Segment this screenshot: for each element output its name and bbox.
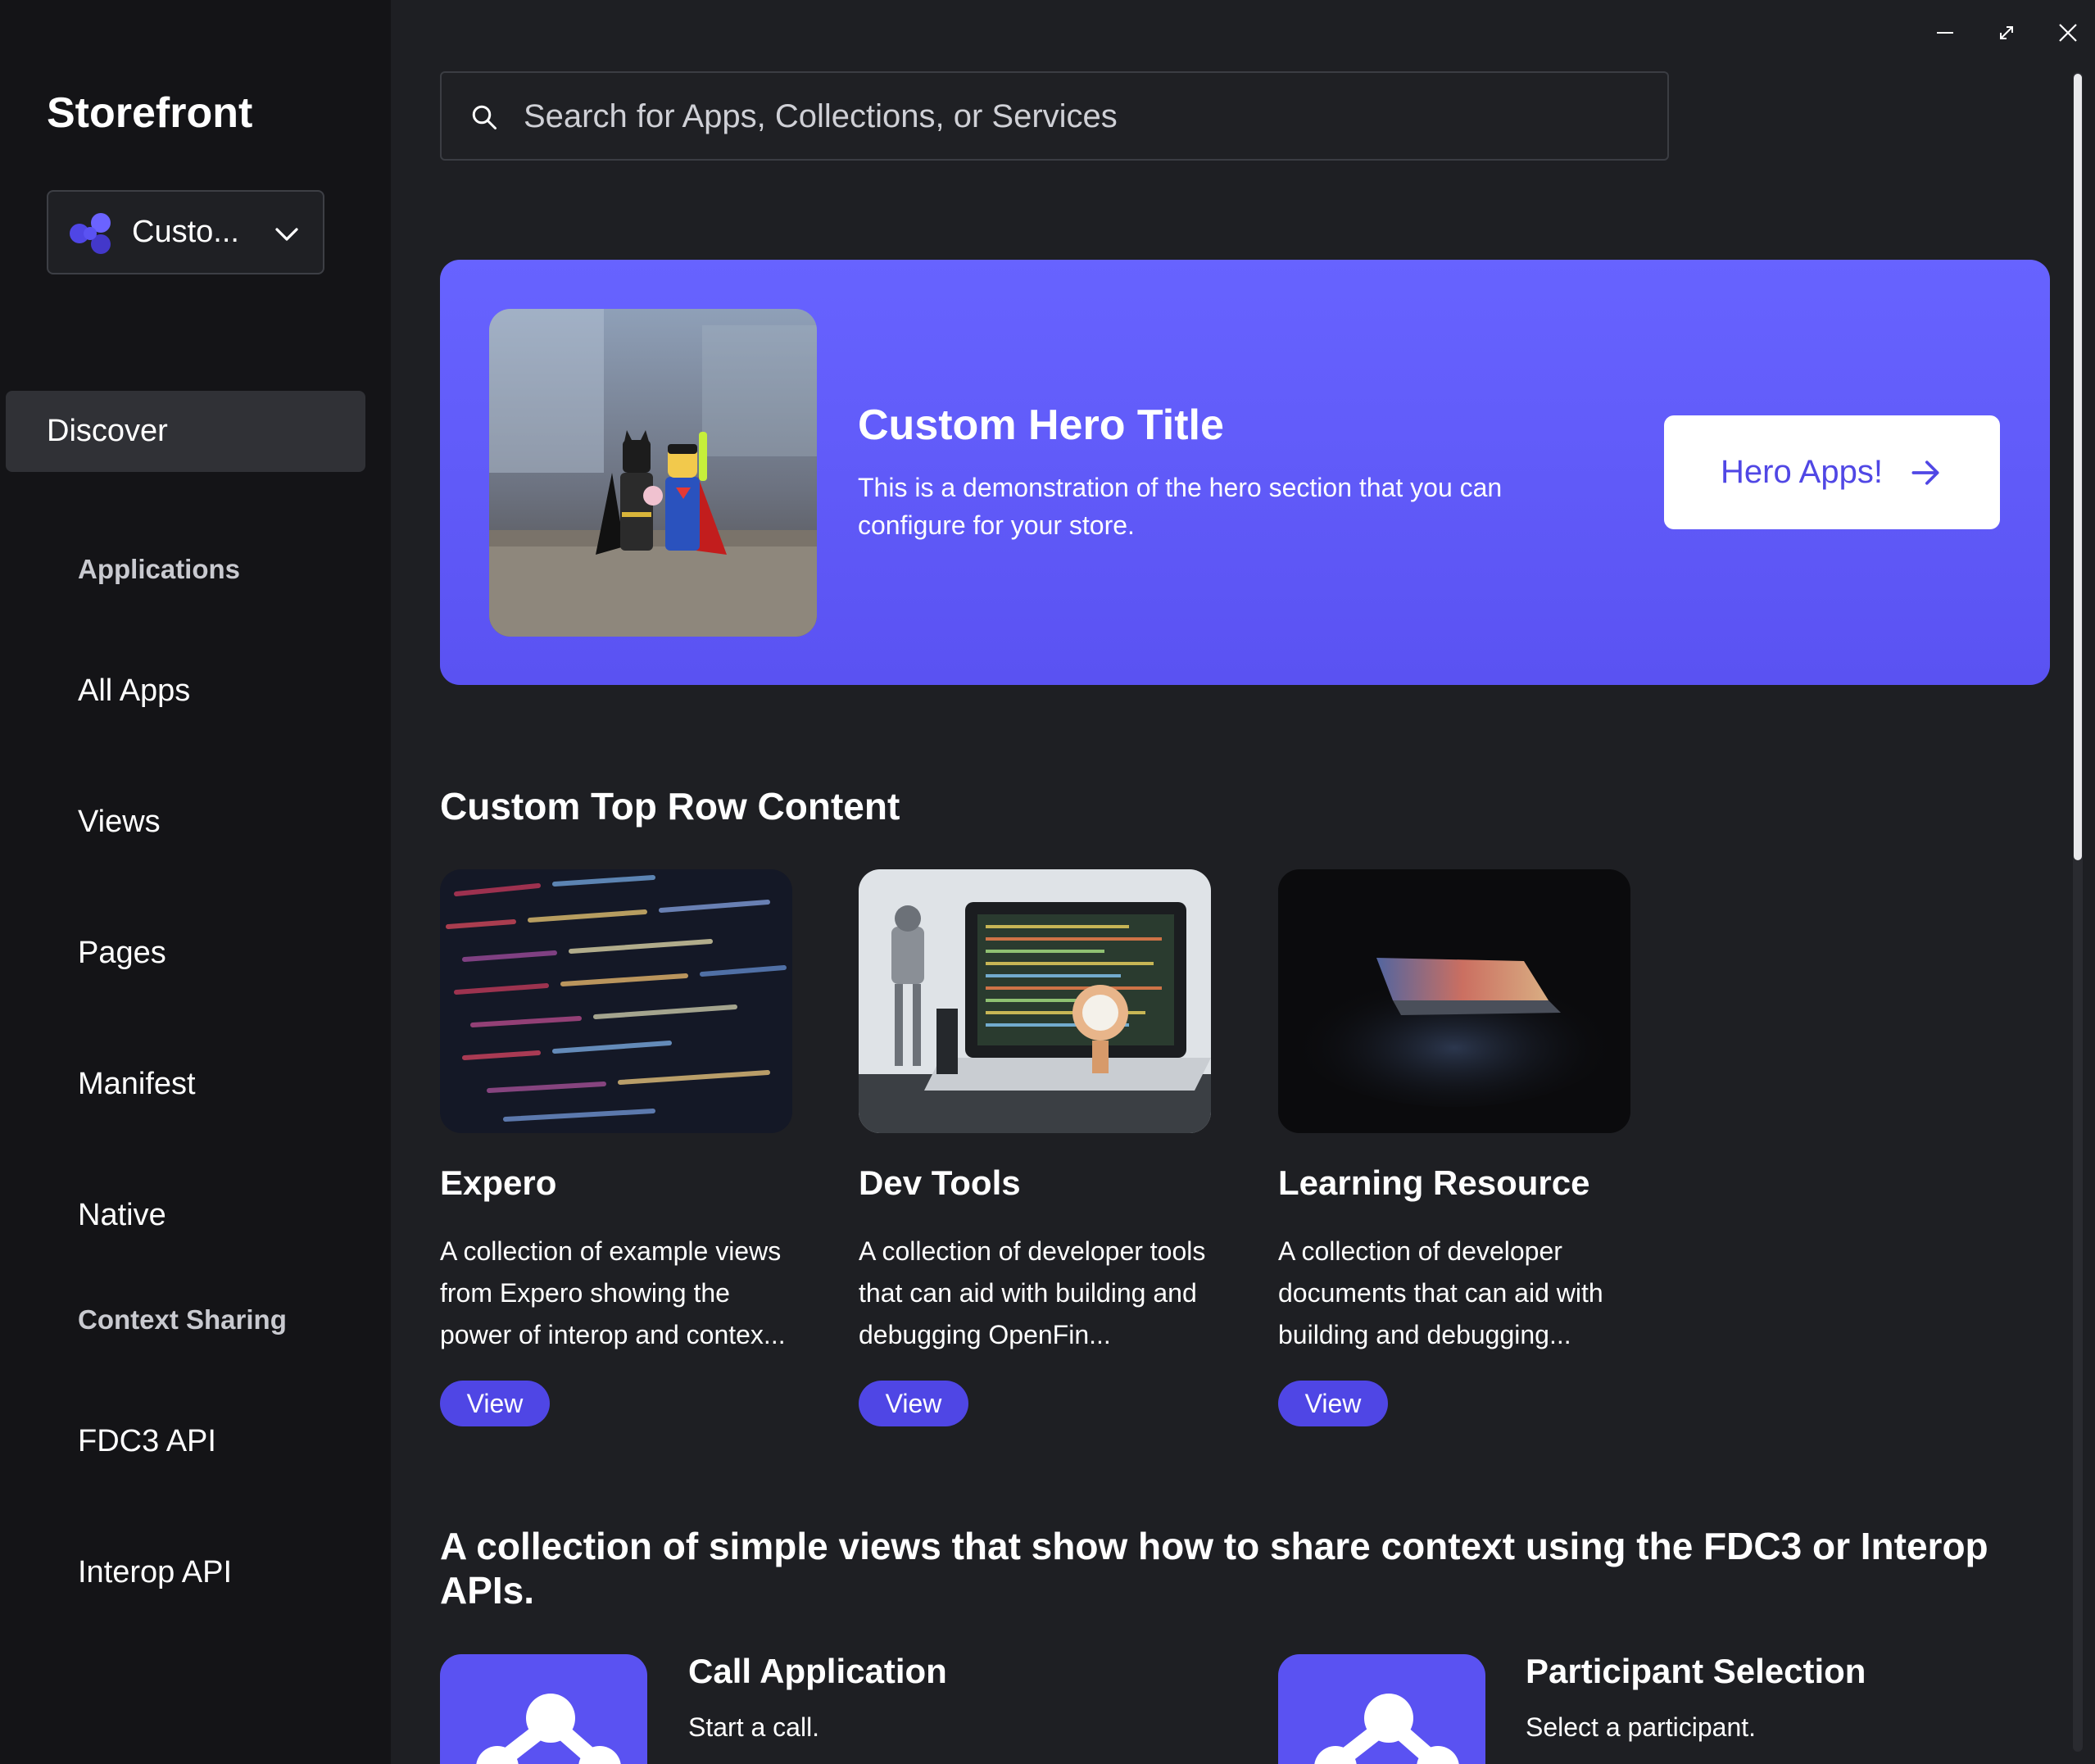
store-selector-label: Custo...	[132, 215, 239, 249]
call-application-description: Start a call.	[688, 1712, 820, 1742]
nav-item-interop-api[interactable]: Interop API	[78, 1555, 232, 1590]
store-selector-dropdown[interactable]: Custo...	[47, 190, 324, 274]
search-input[interactable]	[522, 73, 1656, 161]
top-row-title: Custom Top Row Content	[440, 785, 900, 828]
search-icon	[472, 105, 497, 129]
nav-item-native[interactable]: Native	[78, 1198, 166, 1233]
learning-resource-card-description: A collection of developer documents that…	[1278, 1236, 1603, 1349]
dev-tools-card-image[interactable]	[859, 869, 1211, 1133]
arrow-right-icon	[1911, 460, 1939, 485]
expero-card-description: A collection of example views from Exper…	[440, 1236, 786, 1349]
participant-selection-title[interactable]: Participant Selection	[1526, 1652, 1866, 1691]
nav-section-context-sharing: Context Sharing	[78, 1304, 287, 1335]
maximize-icon[interactable]	[1988, 15, 2025, 51]
call-application-title[interactable]: Call Application	[688, 1652, 947, 1691]
expero-card-title: Expero	[440, 1163, 557, 1202]
hero-title: Custom Hero Title	[858, 401, 1224, 449]
learning-resource-card-image[interactable]	[1278, 869, 1630, 1133]
nav-section-applications: Applications	[78, 554, 241, 584]
scrollbar-thumb[interactable]	[2074, 74, 2082, 860]
chevron-down-icon	[275, 228, 298, 241]
learning-resource-card-title: Learning Resource	[1278, 1163, 1590, 1202]
dev-tools-card-title: Dev Tools	[859, 1163, 1021, 1202]
nav-item-views[interactable]: Views	[78, 805, 161, 840]
call-application-tile-icon[interactable]	[440, 1654, 647, 1764]
search-bar	[440, 71, 1669, 161]
nav-item-discover[interactable]: Discover	[6, 391, 365, 472]
hero-banner: Custom Hero Title This is a demonstratio…	[440, 260, 2050, 685]
expero-view-button[interactable]: View	[440, 1381, 550, 1426]
participant-selection-tile-icon[interactable]	[1278, 1654, 1485, 1764]
dev-tools-view-button[interactable]: View	[859, 1381, 968, 1426]
hero-apps-button[interactable]: Hero Apps!	[1664, 415, 2000, 529]
share-nodes-icon	[1314, 1694, 1459, 1764]
participant-selection-description: Select a participant.	[1526, 1712, 1757, 1742]
sidebar: Storefront Custo... Discover Application…	[0, 0, 391, 1764]
learning-resource-view-button[interactable]: View	[1278, 1381, 1388, 1426]
hero-description: This is a demonstration of the hero sect…	[858, 473, 1503, 540]
app-title: Storefront	[47, 89, 253, 137]
nav-item-all-apps[interactable]: All Apps	[78, 673, 190, 709]
openfin-logo-icon	[70, 213, 111, 254]
hero-image	[489, 309, 817, 637]
context-section-title: A collection of simple views that show h…	[440, 1525, 1988, 1612]
nav-item-manifest[interactable]: Manifest	[78, 1067, 196, 1102]
nav-item-fdc3-api[interactable]: FDC3 API	[78, 1424, 216, 1459]
nav-item-pages[interactable]: Pages	[78, 936, 166, 971]
expero-card-image[interactable]	[440, 869, 792, 1133]
hero-apps-button-label: Hero Apps!	[1721, 454, 1883, 490]
dev-tools-card-description: A collection of developer tools that can…	[859, 1236, 1206, 1349]
minimize-icon[interactable]	[1927, 15, 1963, 51]
share-nodes-icon	[476, 1694, 621, 1764]
close-icon[interactable]	[2050, 15, 2086, 51]
